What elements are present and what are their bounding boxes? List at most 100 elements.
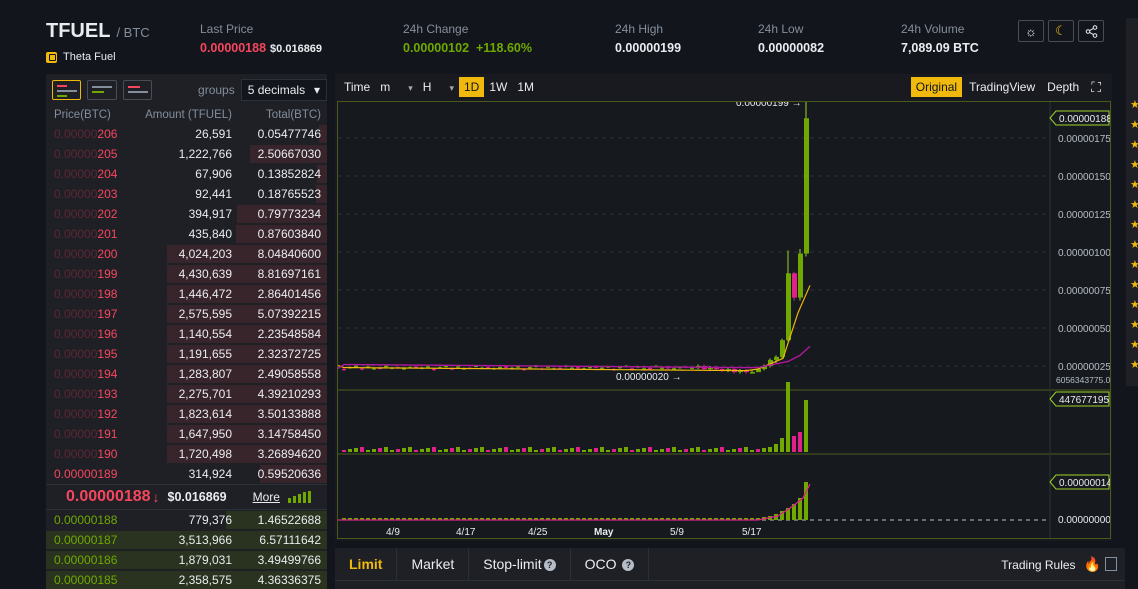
ask-row[interactable]: 0.00000202 394,917 0.79773234 [46, 204, 327, 224]
volume-bar [576, 447, 580, 452]
indicator-tag-text: 0.00000014 [1059, 478, 1110, 489]
ask-price: 0.00000201 [54, 227, 118, 241]
view-asks-button[interactable] [122, 80, 153, 100]
volume-bar [444, 449, 448, 452]
moon-icon[interactable]: ☾ [1048, 20, 1074, 42]
ask-row[interactable]: 0.00000199 4,430,639 8.81697161 [46, 264, 327, 284]
asks-list: 0.00000206 26,591 0.05477746 0.00000205 1,22… [46, 124, 327, 484]
ask-row[interactable]: 0.00000195 1,191,655 2.32372725 [46, 344, 327, 364]
ask-row[interactable]: 0.00000194 1,283,807 2.49058558 [46, 364, 327, 384]
view-bids-button[interactable] [87, 80, 117, 100]
star-icon[interactable]: ★ [1130, 198, 1138, 211]
ask-row[interactable]: 0.00000189 314,924 0.59520636 [46, 464, 327, 484]
trading-rules-link[interactable]: Trading Rules 🔥 [1001, 556, 1101, 573]
ask-row[interactable]: 0.00000204 67,906 0.13852824 [46, 164, 327, 184]
fullscreen-icon[interactable]: ⛶ [1086, 77, 1106, 97]
star-icon[interactable]: ★ [1130, 278, 1138, 291]
tab-oco[interactable]: OCO ? [571, 548, 650, 580]
ask-row[interactable]: 0.00000190 1,720,498 3.26894620 [46, 444, 327, 464]
ask-row[interactable]: 0.00000203 92,441 0.18765523 [46, 184, 327, 204]
tab-tradingview[interactable]: TradingView [964, 77, 1040, 97]
help-icon[interactable]: ? [622, 559, 635, 571]
tab-original[interactable]: Original [910, 77, 963, 97]
star-icon[interactable]: ★ [1130, 238, 1138, 251]
candle-body [774, 356, 779, 360]
last-price-stat: Last Price 0.00000188 $0.016869 [200, 22, 322, 55]
volume-bar [534, 450, 538, 452]
down-arrow-icon: ↓ [152, 489, 160, 505]
star-icon[interactable]: ★ [1130, 298, 1138, 311]
more-link[interactable]: More [253, 490, 280, 504]
star-icon[interactable]: ★ [1130, 338, 1138, 351]
bid-row[interactable]: 0.00000188 779,376 1.46522688 [46, 510, 327, 530]
volume-bar [612, 449, 616, 452]
x-tick: 4/17 [456, 527, 476, 538]
view-both-button[interactable] [52, 80, 82, 100]
ask-row[interactable]: 0.00000201 435,840 0.87603840 [46, 224, 327, 244]
volume-bar [768, 447, 772, 452]
coin-name[interactable]: Theta Fuel [46, 51, 116, 63]
groups-value: 5 decimals [247, 83, 306, 97]
tab-limit[interactable]: Limit [335, 548, 398, 580]
ask-row[interactable]: 0.00000198 1,446,472 2.86401456 [46, 284, 327, 304]
ask-row[interactable]: 0.00000192 1,823,614 3.50133888 [46, 404, 327, 424]
ask-amount: 1,647,950 [178, 427, 232, 441]
chart-frame[interactable]: 0.00000199 → 0.00000020 → 0.00000175 0.000… [337, 98, 1115, 539]
chart-view-tabs: Original TradingView Depth ⛶ [910, 77, 1106, 97]
star-icon[interactable]: ★ [1130, 258, 1138, 271]
candle-body [504, 366, 508, 368]
volume-tag-text: 447677195 [1059, 395, 1109, 406]
star-icon[interactable]: ★ [1130, 358, 1138, 371]
star-icon[interactable]: ★ [1130, 138, 1138, 151]
change-value: 0.00000102 [403, 41, 470, 55]
tab-market[interactable]: Market [397, 548, 470, 580]
volume-bar [690, 448, 694, 452]
star-icon[interactable]: ★ [1130, 218, 1138, 231]
bid-amount: 3,513,966 [178, 533, 232, 547]
help-icon[interactable]: ? [543, 559, 556, 571]
ask-price: 0.00000198 [54, 287, 118, 301]
volume-bar [372, 449, 376, 452]
share-icon[interactable] [1078, 20, 1104, 42]
volume-bar [588, 449, 592, 452]
hour-select[interactable]: H [418, 77, 459, 97]
tab-stop-limit[interactable]: Stop-limit? [469, 548, 571, 580]
tab-depth[interactable]: Depth [1042, 77, 1084, 97]
interval-1m[interactable]: 1M [512, 77, 539, 97]
ask-row[interactable]: 0.00000193 2,275,701 4.39210293 [46, 384, 327, 404]
ask-row[interactable]: 0.00000206 26,591 0.05477746 [46, 124, 327, 144]
calculator-icon[interactable] [1105, 557, 1117, 571]
star-icon[interactable]: ★ [1130, 318, 1138, 331]
time-label[interactable]: Time [339, 77, 375, 97]
minute-select[interactable]: m [375, 77, 418, 97]
ask-row[interactable]: 0.00000200 4,024,203 8.04840600 [46, 244, 327, 264]
sun-icon[interactable]: ☼ [1018, 20, 1044, 42]
volume-bar [456, 447, 460, 452]
ask-price: 0.00000202 [54, 207, 118, 221]
star-icon[interactable]: ★ [1130, 118, 1138, 131]
price-chart[interactable]: 0.00000199 →0.00000020 → 0.000001750.000… [337, 98, 1115, 538]
volume-bar [414, 450, 418, 452]
ask-total: 0.59520636 [257, 467, 321, 481]
interval-1w[interactable]: 1W [484, 77, 512, 97]
bid-row[interactable]: 0.00000187 3,513,966 6.57111642 [46, 530, 327, 550]
star-icon[interactable]: ★ [1130, 98, 1138, 111]
low-marker: 0.00000020 → [616, 372, 682, 383]
interval-1d[interactable]: 1D [458, 77, 485, 97]
indicator-bar [804, 482, 808, 520]
ask-price: 0.00000192 [54, 407, 118, 421]
ask-amount: 435,840 [188, 227, 232, 241]
ask-row[interactable]: 0.00000196 1,140,554 2.23548584 [46, 324, 327, 344]
star-icon[interactable]: ★ [1130, 178, 1138, 191]
groups-select[interactable]: 5 decimals ▾ [240, 79, 327, 101]
ask-row[interactable]: 0.00000191 1,647,950 3.14758450 [46, 424, 327, 444]
coin-info-icon [46, 51, 57, 63]
candle-body [600, 367, 604, 369]
volume-bar [528, 447, 532, 452]
star-icon[interactable]: ★ [1130, 158, 1138, 171]
bid-row[interactable]: 0.00000185 2,358,575 4.36336375 [46, 570, 327, 589]
ask-row[interactable]: 0.00000205 1,222,766 2.50667030 [46, 144, 327, 164]
ask-row[interactable]: 0.00000197 2,575,595 5.07392215 [46, 304, 327, 324]
last-price-label: Last Price [200, 22, 254, 36]
bid-row[interactable]: 0.00000186 1,879,031 3.49499766 [46, 550, 327, 570]
